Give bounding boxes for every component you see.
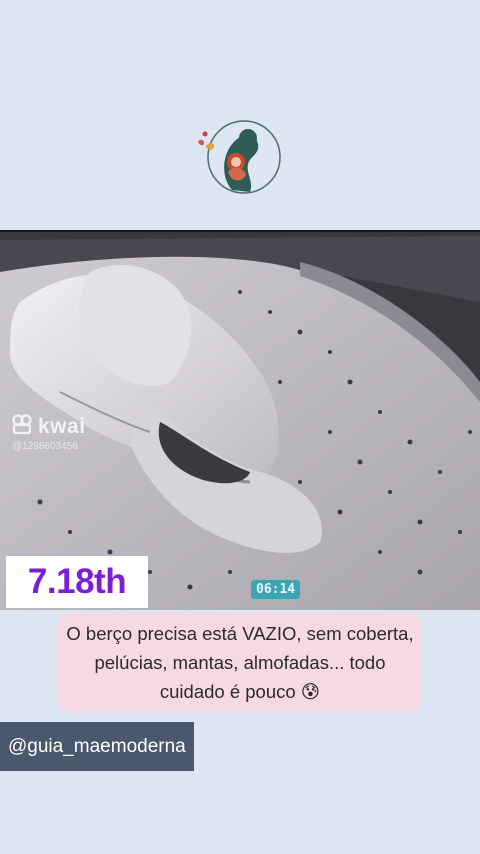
account-handle-text: @guia_maemoderna bbox=[8, 735, 186, 757]
video-frame[interactable]: kwai @1298603456 06:14 bbox=[0, 230, 480, 610]
account-handle[interactable]: @guia_maemoderna bbox=[0, 722, 194, 771]
mother-baby-logo-icon bbox=[192, 112, 288, 202]
kwai-watermark: kwai @1298603456 bbox=[12, 414, 86, 452]
kwai-camera-icon bbox=[12, 414, 34, 439]
rank-badge: 7.18th bbox=[6, 556, 148, 608]
kwai-user-id: @1298603456 bbox=[12, 441, 78, 452]
caption-box: O berço precisa está VAZIO, sem coberta,… bbox=[58, 613, 422, 712]
kwai-app-name: kwai bbox=[38, 414, 86, 438]
video-timestamp: 06:14 bbox=[251, 580, 301, 599]
caption-text: O berço precisa está VAZIO, sem coberta,… bbox=[66, 623, 414, 702]
